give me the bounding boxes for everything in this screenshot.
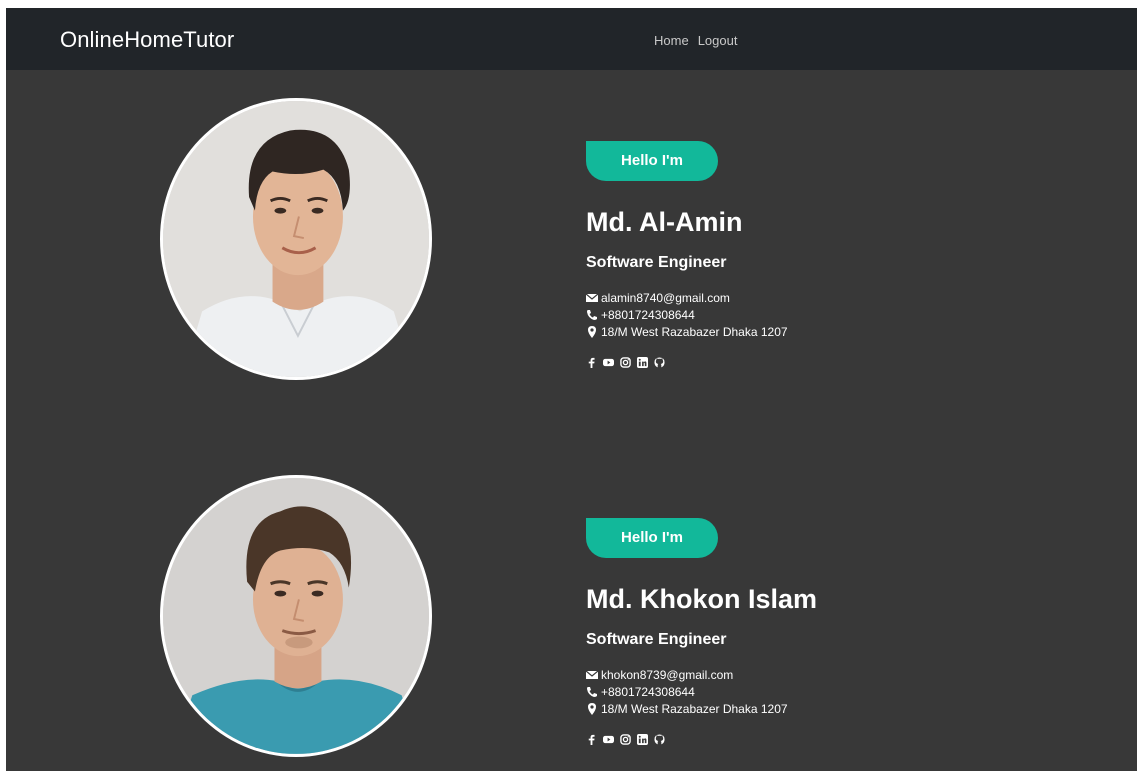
profile-name: Md. Al-Amin [586,207,743,237]
phone-text[interactable]: +8801724308644 [601,685,695,699]
profile-title: Software Engineer [586,631,727,648]
nav-link-logout[interactable]: Logout [698,33,738,48]
profile-photo [163,478,429,754]
nav-link-home[interactable]: Home [654,33,689,48]
instagram-icon[interactable] [620,734,631,745]
map-marker-icon [586,702,598,715]
phone-text[interactable]: +8801724308644 [601,308,695,322]
nav-links: Home Logout [654,33,737,48]
github-icon[interactable] [654,357,665,368]
brand-logo[interactable]: OnlineHomeTutor [60,27,234,53]
linkedin-icon[interactable] [637,357,648,368]
profile-info: Hello I'm Md. Al-Amin Software Engineer … [586,141,788,368]
map-marker-icon [586,325,598,338]
github-icon[interactable] [654,734,665,745]
profile-name: Md. Khokon Islam [586,584,818,614]
profile-card: Hello I'm Md. Khokon Islam Software Engi… [6,473,1137,771]
contact-phone: +8801724308644 [586,683,817,700]
linkedin-icon[interactable] [637,734,648,745]
address-text: 18/M West Razabazer Dhaka 1207 [601,701,788,716]
profile-avatar [160,98,432,380]
profile-info: Hello I'm Md. Khokon Islam Software Engi… [586,518,817,745]
facebook-icon[interactable] [586,357,597,368]
facebook-icon[interactable] [586,734,597,745]
contact-address: 18/M West Razabazer Dhaka 1207 [586,700,817,717]
profile-photo [163,101,429,377]
email-text[interactable]: alamin8740@gmail.com [601,291,730,305]
social-links [586,734,817,745]
address-text: 18/M West Razabazer Dhaka 1207 [601,324,788,339]
contact-email: khokon8739@gmail.com [586,666,817,683]
contact-address: 18/M West Razabazer Dhaka 1207 [586,323,788,340]
contact-phone: +8801724308644 [586,306,788,323]
envelope-icon [586,292,598,304]
social-links [586,357,788,368]
envelope-icon [586,669,598,681]
instagram-icon[interactable] [620,357,631,368]
profile-title: Software Engineer [586,254,727,271]
hello-badge: Hello I'm [586,518,718,558]
contact-list: khokon8739@gmail.com +8801724308644 18/M… [586,666,817,717]
email-text[interactable]: khokon8739@gmail.com [601,668,733,682]
page-viewport: OnlineHomeTutor Home Logout Hello I'm Md… [6,8,1137,771]
navbar: OnlineHomeTutor Home Logout [6,8,1137,70]
youtube-icon[interactable] [603,734,614,745]
phone-icon [586,309,598,321]
hello-badge: Hello I'm [586,141,718,181]
contact-list: alamin8740@gmail.com +8801724308644 18/M… [586,289,788,340]
profile-avatar [160,475,432,757]
contact-email: alamin8740@gmail.com [586,289,788,306]
phone-icon [586,686,598,698]
youtube-icon[interactable] [603,357,614,368]
profile-card: Hello I'm Md. Al-Amin Software Engineer … [6,96,1137,396]
